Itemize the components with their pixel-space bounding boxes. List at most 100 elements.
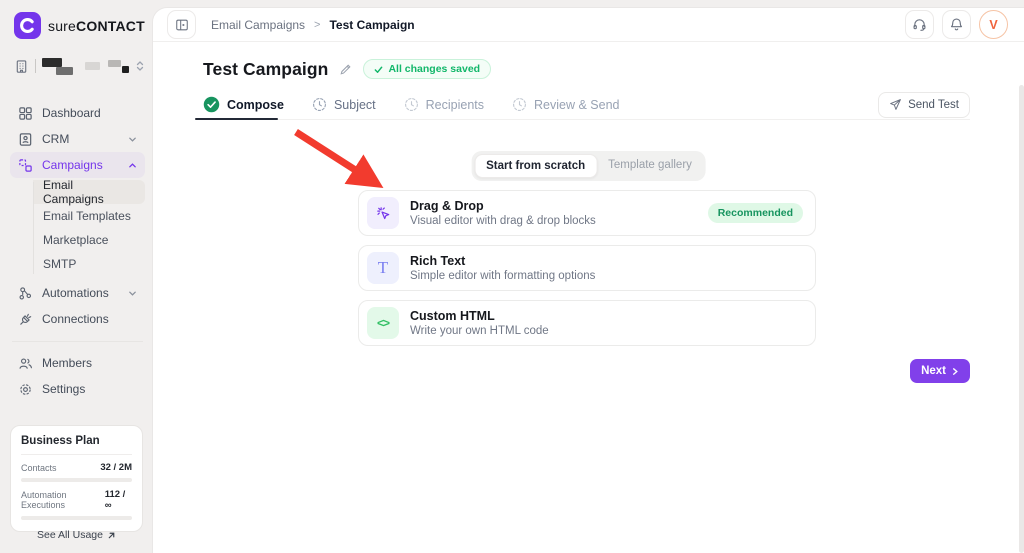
- breadcrumb: Email Campaigns > Test Campaign: [211, 18, 415, 32]
- send-test-button[interactable]: Send Test: [878, 91, 970, 118]
- sidebar-item-crm[interactable]: CRM: [10, 126, 145, 152]
- workspace-name-redacted: [56, 67, 73, 75]
- sidebar-item-automations[interactable]: Automations: [10, 280, 145, 306]
- segment-start-from-scratch[interactable]: Start from scratch: [474, 154, 598, 178]
- sidebar-subitem-smtp[interactable]: SMTP: [33, 252, 145, 276]
- option-title: Rich Text: [410, 254, 466, 268]
- sidebar-item-label: Dashboard: [42, 106, 101, 120]
- check-icon: [375, 66, 383, 73]
- tab-label: Subject: [333, 97, 376, 112]
- plan-usage-card: Business Plan Contacts 32 / 2M Automatio…: [10, 425, 143, 541]
- sidebar-item-label: Connections: [42, 312, 109, 326]
- send-test-label: Send Test: [908, 98, 959, 111]
- main-panel: Email Campaigns > Test Campaign V Test C…: [153, 8, 1024, 553]
- brand-name-bold: CONTACT: [76, 17, 145, 34]
- tab-review-send[interactable]: Review & Send: [512, 90, 620, 119]
- sidebar-subitem-email-templates[interactable]: Email Templates: [33, 204, 145, 228]
- sidebar-item-label: Settings: [42, 382, 86, 396]
- chevron-up-icon: [129, 162, 136, 167]
- status-badge: All changes saved: [363, 59, 492, 79]
- brand-logo[interactable]: sureCONTACT: [14, 12, 145, 39]
- campaigns-submenu: Email Campaigns Email Templates Marketpl…: [10, 178, 145, 276]
- sidebar-item-label: CRM: [42, 132, 70, 146]
- user-avatar[interactable]: V: [979, 10, 1008, 39]
- support-button[interactable]: [905, 10, 934, 39]
- option-title: Drag & Drop: [410, 199, 484, 213]
- option-description: Simple editor with formatting options: [410, 270, 596, 282]
- see-all-usage-link[interactable]: See All Usage: [21, 529, 132, 541]
- workspace-name-redacted: [85, 62, 100, 70]
- people-icon: [19, 358, 32, 369]
- serif-t-glyph: T: [377, 258, 389, 277]
- tab-label: Recipients: [425, 97, 485, 112]
- usage-progress-bar: [21, 478, 132, 482]
- gear-icon: [20, 383, 31, 395]
- option-description: Write your own HTML code: [410, 325, 549, 337]
- sidebar-toggle-button[interactable]: [167, 10, 196, 39]
- campaign-header: Test Campaign All changes saved: [153, 42, 1024, 82]
- usage-progress-bar: [21, 516, 132, 520]
- sidebar-item-label: Campaigns: [42, 158, 103, 172]
- notifications-button[interactable]: [942, 10, 971, 39]
- tab-subject[interactable]: Subject: [312, 90, 376, 119]
- chevron-updown-icon: [136, 61, 144, 71]
- page-title: Test Campaign: [203, 58, 329, 79]
- sidebar-item-campaigns[interactable]: Campaigns: [10, 152, 145, 178]
- arrow-up-right-icon: [108, 532, 115, 538]
- sidebar-item-members[interactable]: Members: [10, 350, 145, 376]
- editor-options: Drag & Drop Visual editor with drag & dr…: [358, 190, 816, 355]
- chevron-down-icon: [129, 137, 136, 142]
- sidebar-subitem-email-campaigns[interactable]: Email Campaigns: [33, 178, 145, 206]
- sidebar-panel-icon: [175, 19, 188, 30]
- option-rich-text[interactable]: T Rich Text Simple editor with formattin…: [358, 245, 816, 291]
- sidebar-item-dashboard[interactable]: Dashboard: [10, 100, 145, 126]
- sidebar-item-label: Members: [42, 356, 93, 370]
- paper-plane-icon: [890, 99, 901, 110]
- status-badge-label: All changes saved: [388, 63, 481, 75]
- workspace-switcher[interactable]: [14, 52, 145, 80]
- headset-icon: [913, 19, 926, 31]
- sidebar-item-connections[interactable]: Connections: [10, 306, 145, 332]
- tab-compose[interactable]: Compose: [195, 90, 284, 120]
- segment-label: Template gallery: [608, 159, 692, 171]
- clock-pending-icon: [312, 98, 326, 111]
- clock-pending-icon: [404, 98, 418, 111]
- workspace-name-redacted: [108, 59, 121, 67]
- sidebar-subitem-marketplace[interactable]: Marketplace: [33, 228, 145, 252]
- next-button[interactable]: Next: [910, 359, 970, 383]
- brand-name-regular: sure: [48, 17, 77, 34]
- bell-icon: [950, 18, 963, 31]
- segment-template-gallery[interactable]: Template gallery: [597, 154, 703, 178]
- usage-metric-label: Contacts: [21, 462, 57, 473]
- breadcrumb-separator: >: [314, 18, 321, 31]
- tab-label: Review & Send: [534, 97, 620, 112]
- breadcrumb-email-campaigns[interactable]: Email Campaigns: [211, 18, 305, 32]
- campaign-steps: Compose Subject Recipients Review & Send…: [195, 90, 970, 120]
- usage-metric-value: 32 / 2M: [100, 462, 132, 473]
- option-custom-html[interactable]: <> Custom HTML Write your own HTML code: [358, 300, 816, 346]
- scrollbar[interactable]: [1019, 85, 1024, 553]
- tab-recipients[interactable]: Recipients: [404, 90, 484, 119]
- subitem-label: Email Templates: [43, 209, 131, 223]
- option-drag-and-drop[interactable]: Drag & Drop Visual editor with drag & dr…: [358, 190, 816, 236]
- chevron-down-icon: [129, 291, 136, 296]
- edit-title-button[interactable]: [339, 63, 352, 76]
- pencil-icon: [340, 63, 352, 74]
- check-circle-icon: [203, 96, 220, 113]
- segment-label: Start from scratch: [486, 160, 586, 172]
- usage-metric-value: 112 / ∞: [104, 489, 126, 511]
- brand-logo-icon: [14, 12, 41, 39]
- breadcrumb-current: Test Campaign: [329, 17, 415, 32]
- clock-pending-icon: [513, 98, 527, 111]
- sidebar-item-settings[interactable]: Settings: [10, 376, 145, 402]
- tab-label: Compose: [227, 97, 284, 112]
- workspace-name-redacted: [42, 57, 62, 67]
- chevron-right-icon: [952, 367, 958, 375]
- mode-toggle: Start from scratch Template gallery: [471, 151, 706, 181]
- subitem-label: Marketplace: [43, 233, 109, 247]
- id-card-icon: [19, 132, 32, 146]
- sidebar-divider: [12, 341, 143, 342]
- serif-t-icon: T: [367, 252, 399, 284]
- sidebar: sureCONTACT Dashboard CRM Campaigns Emai…: [0, 0, 153, 553]
- workspace-divider: [35, 59, 36, 73]
